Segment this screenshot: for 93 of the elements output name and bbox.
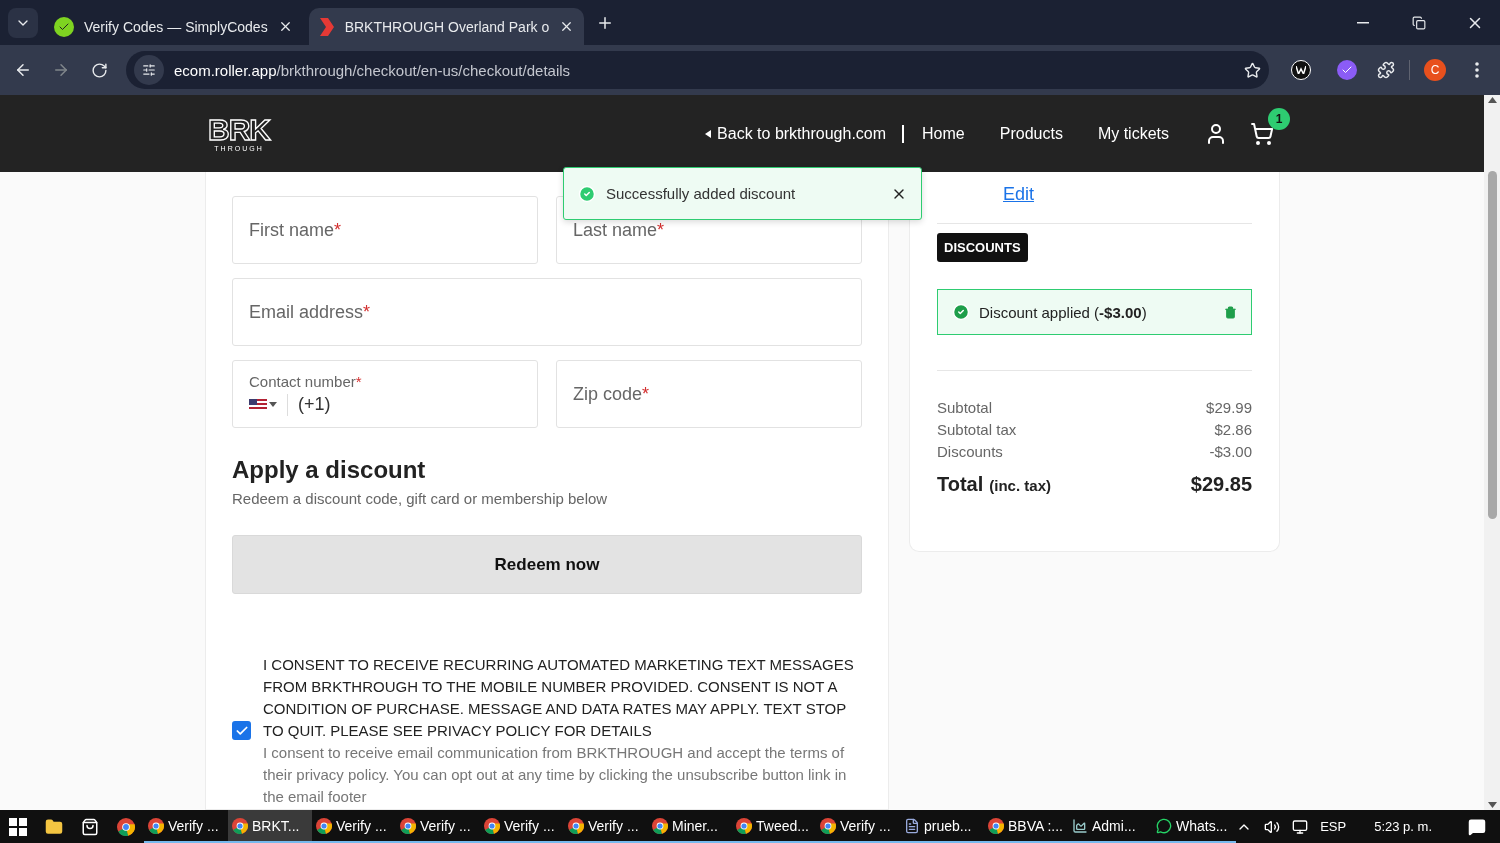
chrome-icon — [820, 817, 836, 834]
bookmark-star-icon[interactable] — [1244, 61, 1261, 79]
windows-logo-icon — [9, 817, 27, 836]
check-circle-icon — [952, 303, 970, 321]
site-settings-icon[interactable] — [134, 55, 164, 85]
taskbar-app[interactable]: Verify ... — [396, 810, 480, 843]
back-link[interactable]: Back to brkthrough.com — [705, 124, 905, 143]
scroll-up-icon[interactable] — [1487, 97, 1497, 103]
summary-value: $29.99 — [1206, 398, 1252, 418]
clock[interactable]: 5:23 p. m. — [1374, 819, 1432, 834]
nav-link[interactable]: Products — [999, 124, 1063, 143]
notepad-icon — [904, 817, 920, 834]
consent-text: I CONSENT TO RECEIVE RECURRING AUTOMATED MARKETING TEXT MESSAGES FROM BRKTHROUGH TO THE MOBILE NUMBER PROVIDED. CONSENT IS NOT A CONDITION OF PURCHASE. MESSAGE AND DATA RATES MAY APPLY. TEXT STOP TO QUIT. PLEASE SEE PRIVACY POLICY FOR DETAILS — [263, 655, 855, 741]
check-icon — [1341, 64, 1353, 76]
input-field[interactable]: Zip code* — [556, 360, 862, 428]
sliders-icon — [142, 63, 156, 77]
summary-label: Discounts — [937, 442, 1003, 462]
taskbar-app[interactable]: prueb... — [900, 810, 984, 843]
taskbar-app[interactable]: Verify ... — [480, 810, 564, 843]
scroll-down-icon[interactable] — [1487, 802, 1497, 808]
taskbar-app[interactable]: BBVA :... — [984, 810, 1068, 843]
chrome-icon — [400, 817, 416, 834]
chrome-icon — [117, 817, 135, 836]
caret-icon — [705, 129, 712, 138]
taskbar-app[interactable]: Tweed... — [732, 810, 816, 843]
taskbar-app[interactable]: Miner... — [648, 810, 732, 843]
cart-count-badge: 1 — [1268, 107, 1290, 130]
chrome-icon — [232, 817, 248, 834]
bag-icon — [81, 817, 99, 836]
chrome-icon — [484, 817, 500, 834]
country-select[interactable] — [249, 393, 288, 416]
chrome-icon — [988, 817, 1004, 834]
taskbar-app[interactable]: Verify ... — [564, 810, 648, 843]
phone-field[interactable]: Contact number* (+1) — [232, 360, 538, 428]
taskbar-app[interactable]: Admi... — [1068, 810, 1152, 843]
redeem-button[interactable]: Redeem now — [232, 535, 862, 594]
discount-applied-banner: Discount applied (-$3.00) — [937, 289, 1252, 335]
browser-tab[interactable]: Verify Codes — SimplyCodes — [44, 8, 303, 45]
input-field[interactable]: First name* — [232, 196, 538, 264]
success-toast: Successfully added discount — [563, 167, 922, 220]
network-icon[interactable] — [1292, 818, 1309, 835]
total-value: $29.85 — [1190, 473, 1252, 496]
edit-link[interactable]: Edit — [937, 172, 1252, 224]
field-value: (+1) — [298, 394, 331, 415]
extension-icon[interactable] — [1291, 60, 1311, 80]
folder-glyph-icon — [45, 817, 63, 836]
summary-label: Subtotal tax — [937, 420, 1017, 440]
url-text: ecom.roller.app/brkthrough/checkout/en-us/checkout/details — [174, 61, 571, 79]
profile-avatar[interactable]: C — [1424, 59, 1446, 81]
chat-icon — [1156, 817, 1172, 834]
email-consent-text: I consent to receive email communication from BRKTHROUGH and accept the terms of their privacy policy. You can opt out at any time by clicking the unsubscribe button link in the email footer — [263, 743, 848, 807]
caret-icon — [269, 402, 277, 407]
reload-icon — [90, 61, 108, 79]
input-field[interactable]: Email address* — [232, 278, 862, 346]
summary-value: $2.86 — [1214, 420, 1252, 440]
discounts-tag: DISCOUNTS — [937, 233, 1028, 262]
chrome-icon — [568, 817, 584, 834]
language-indicator[interactable]: ESP — [1320, 819, 1347, 834]
tab-favicon-icon — [318, 17, 335, 36]
tab-search-button[interactable] — [8, 7, 38, 38]
chrome-icon — [148, 817, 164, 834]
flag-icon — [249, 398, 267, 411]
consent-checkbox[interactable] — [232, 721, 251, 740]
volume-icon[interactable] — [1264, 818, 1281, 835]
w-mark-icon — [1296, 66, 1306, 74]
forward-arrow-icon — [52, 61, 70, 79]
check-circle-icon — [578, 184, 596, 203]
taskbar-app[interactable]: Verify ... — [312, 810, 396, 843]
puzzle-icon — [1377, 61, 1395, 79]
total-label: Total (inc. tax) — [937, 473, 1051, 496]
restore-icon — [1412, 15, 1426, 30]
chrome-icon — [316, 817, 332, 834]
notifications-icon[interactable] — [1468, 817, 1486, 836]
nav-link[interactable]: My tickets — [1097, 124, 1169, 143]
chrome-icon — [652, 817, 668, 834]
field-label: Contact number* — [249, 372, 363, 390]
summary-value: -$3.00 — [1209, 442, 1252, 462]
scrollbar[interactable] — [1484, 95, 1500, 810]
nav-link[interactable]: Home — [922, 124, 965, 143]
browser-tab[interactable]: BRKTHROUGH Overland Park o — [308, 8, 585, 45]
minimize-icon — [1357, 21, 1369, 24]
trash-icon[interactable] — [1224, 305, 1237, 319]
taskbar-app[interactable]: BRKT... — [228, 810, 312, 843]
section-heading: Apply a discount — [232, 456, 427, 484]
address-bar[interactable]: ecom.roller.app/brkthrough/checkout/en-us/checkout/details — [126, 51, 1269, 89]
cart-icon[interactable] — [1250, 121, 1274, 146]
chart-icon — [1072, 817, 1088, 834]
taskbar-app[interactable]: Verify ... — [816, 810, 900, 843]
section-subtitle: Redeem a discount code, gift card or membership below — [232, 490, 609, 507]
dots-icon — [1475, 62, 1479, 78]
chrome-icon — [736, 817, 752, 834]
summary-label: Subtotal — [937, 398, 993, 418]
taskbar-app[interactable]: Whats... — [1152, 810, 1236, 843]
